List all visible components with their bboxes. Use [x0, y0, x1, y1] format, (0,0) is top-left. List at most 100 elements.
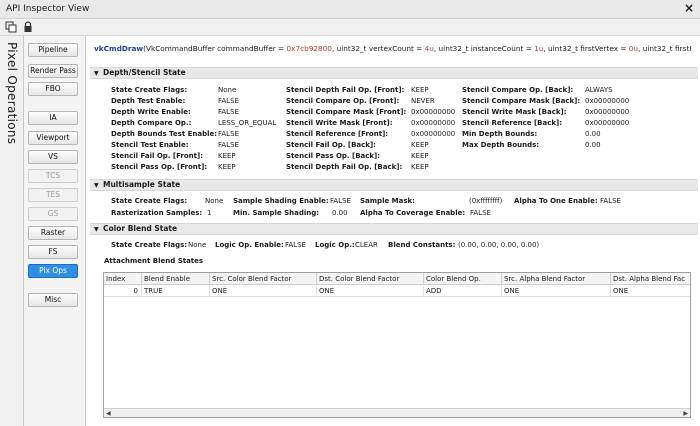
field-value: NEVER: [411, 97, 435, 105]
field-label: Rasterization Samples:: [111, 209, 203, 217]
column-header-src-color-blend-factor[interactable]: Src. Color Blend Factor: [210, 273, 317, 285]
table-cell[interactable]: ONE: [611, 286, 690, 297]
field-value: 1: [207, 209, 212, 217]
column-header-blend-enable[interactable]: Blend Enable: [142, 273, 210, 285]
column-header-color-blend-op[interactable]: Color Blend Op.: [424, 273, 502, 285]
field-value: None: [188, 241, 207, 249]
pix-ops-button[interactable]: Pix Ops: [28, 264, 78, 278]
attachment-blend-states-title: Attachment Blend States: [104, 257, 204, 265]
pixel-operations-label: Pixel Operations: [5, 42, 19, 145]
tcs-button[interactable]: TCS: [28, 169, 78, 183]
section-title: Multisample State: [103, 180, 181, 189]
section-title: Depth/Stencil State: [103, 68, 186, 77]
field-label: State Create Flags:: [111, 86, 188, 94]
field-label: Stencil Compare Op. [Front]:: [286, 97, 400, 105]
fs-button[interactable]: FS: [28, 245, 78, 259]
column-header-dst-alpha-blend-factor[interactable]: Dst. Alpha Blend Fac: [611, 273, 690, 285]
table-cell[interactable]: ONE: [210, 286, 317, 297]
column-header-src-alpha-blend-factor[interactable]: Src. Alpha Blend Factor: [502, 273, 611, 285]
viewport-button[interactable]: Viewport: [28, 131, 78, 145]
api-function-name: vkCmdDraw: [94, 44, 144, 53]
field-label: Stencil Pass Op. [Front]:: [111, 163, 208, 171]
column-header-dst-color-blend-factor[interactable]: Dst. Color Blend Factor: [317, 273, 424, 285]
gs-button[interactable]: GS: [28, 207, 78, 221]
field-label: Stencil Fail Op. [Back]:: [286, 141, 376, 149]
field-label: Min. Sample Shading:: [233, 209, 320, 217]
tes-button[interactable]: TES: [28, 188, 78, 202]
field-label: Sample Mask:: [360, 197, 415, 205]
call-param-text: , uint32_t firstInstance...: [638, 44, 692, 53]
field-value: 0.00: [585, 141, 601, 149]
field-label: Stencil Compare Op. [Back]:: [462, 86, 574, 94]
attachment-blend-table[interactable]: Index Blend Enable Src. Color Blend Fact…: [103, 272, 691, 418]
field-label: Stencil Depth Fail Op. [Back]:: [286, 163, 403, 171]
fbo-button[interactable]: FBO: [28, 82, 78, 96]
field-value: 0x00000000: [411, 130, 456, 138]
multisample-section-header[interactable]: ▼ Multisample State: [90, 179, 698, 191]
field-value: 0x00000000: [585, 97, 630, 105]
collapse-triangle-icon[interactable]: ▼: [94, 225, 103, 235]
collapse-triangle-icon[interactable]: ▼: [94, 69, 103, 79]
field-label: Stencil Pass Op. [Back]:: [286, 152, 381, 160]
horizontal-scrollbar[interactable]: ◀ ▶: [104, 408, 690, 417]
column-header-index[interactable]: Index: [104, 273, 142, 285]
field-value: None: [205, 197, 224, 205]
field-value: (0xffffffff): [469, 197, 503, 205]
ia-button[interactable]: IA: [28, 111, 78, 125]
field-value: KEEP: [411, 141, 429, 149]
field-value: FALSE: [285, 241, 306, 249]
field-label: Min Depth Bounds:: [462, 130, 538, 138]
field-label: Stencil Test Enable:: [111, 141, 189, 149]
call-param-value: 4u: [424, 44, 434, 53]
call-param-value: 0x7cb92800: [286, 44, 332, 53]
field-label: Logic Op.:: [315, 241, 355, 249]
table-cell[interactable]: ADD: [424, 286, 502, 297]
lock-icon[interactable]: [22, 21, 34, 33]
field-value: FALSE: [218, 108, 239, 116]
scroll-left-icon[interactable]: ◀: [106, 410, 111, 417]
field-label: State Create Flags:: [111, 197, 188, 205]
table-cell[interactable]: TRUE: [142, 286, 210, 297]
field-label: Stencil Fail Op. [Front]:: [111, 152, 204, 160]
field-value: None: [218, 86, 237, 94]
close-icon[interactable]: ×: [684, 1, 694, 15]
field-value: FALSE: [470, 209, 491, 217]
field-value: 0x00000000: [585, 108, 630, 116]
main-panel: vkCmdDraw(VkCommandBuffer commandBuffer …: [87, 36, 700, 426]
vs-button[interactable]: VS: [28, 150, 78, 164]
table-cell[interactable]: ONE: [317, 286, 424, 297]
field-value: (0.00, 0.00, 0.00, 0.00): [458, 241, 540, 249]
misc-button[interactable]: Misc: [28, 293, 78, 307]
field-value: FALSE: [218, 130, 239, 138]
field-value: FALSE: [218, 141, 239, 149]
table-cell[interactable]: ONE: [502, 286, 611, 297]
field-value: 0.00: [332, 209, 348, 217]
field-value: CLEAR: [355, 241, 378, 249]
call-param-value: 0u: [628, 44, 639, 53]
field-value: KEEP: [411, 152, 429, 160]
copy-icon[interactable]: [5, 21, 17, 33]
field-value: LESS_OR_EQUAL: [218, 119, 277, 127]
pipeline-button[interactable]: Pipeline: [28, 43, 78, 57]
field-value: 0x00000000: [411, 108, 456, 116]
call-param-text: (VkCommandBuffer commandBuffer =: [143, 44, 287, 53]
call-param-text: , uint32_t instanceCount =: [433, 44, 535, 53]
color-blend-section-header[interactable]: ▼ Color Blend State: [90, 223, 698, 235]
field-value: ALWAYS: [585, 86, 613, 94]
depth-stencil-section-header[interactable]: ▼ Depth/Stencil State: [90, 67, 698, 79]
scroll-right-icon[interactable]: ▶: [683, 410, 688, 417]
field-label: Depth Write Enable:: [111, 108, 191, 116]
table-cell[interactable]: 0: [104, 286, 142, 297]
field-label: Stencil Depth Fail Op. [Front]:: [286, 86, 405, 94]
pipeline-stage-buttons: Pipeline Render Pass FBO IA Viewport VS …: [24, 36, 86, 426]
field-label: State Create Flags:: [111, 241, 188, 249]
field-label: Logic Op. Enable:: [215, 241, 284, 249]
raster-button[interactable]: Raster: [28, 226, 78, 240]
section-title: Color Blend State: [103, 224, 178, 233]
toolbar: [0, 19, 700, 36]
field-value: FALSE: [330, 197, 351, 205]
render-pass-button[interactable]: Render Pass: [28, 64, 78, 78]
collapse-triangle-icon[interactable]: ▼: [94, 181, 103, 191]
pixel-operations-tab[interactable]: Pixel Operations: [0, 36, 24, 426]
field-label: Blend Constants:: [388, 241, 456, 249]
